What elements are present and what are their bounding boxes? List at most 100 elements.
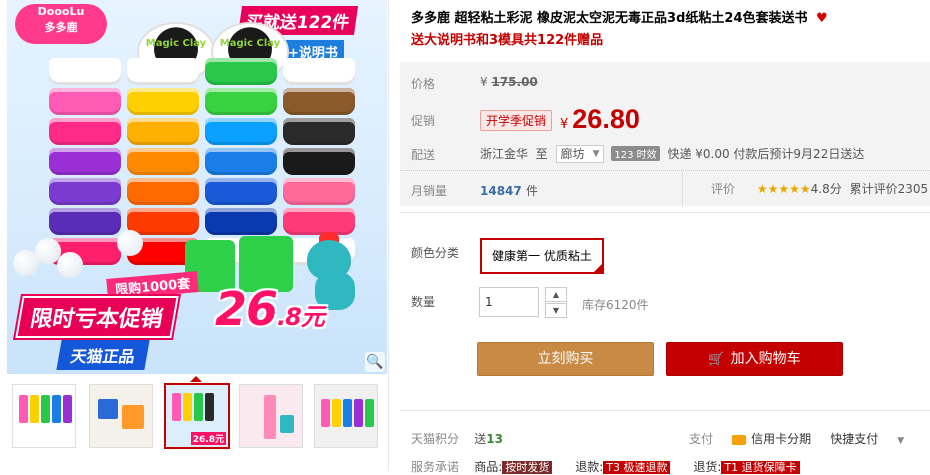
clay-jar (205, 58, 277, 85)
add-to-cart-button[interactable]: 🛒 加入购物车 (666, 342, 843, 376)
clay-jar (49, 118, 121, 145)
brand-logo: DoooLu 多多鹿 (15, 4, 107, 44)
foam-ball (57, 252, 83, 278)
shipping-row: 浙江金华 至 廊坊 ▼ 123 时效 快递 ¥0.00 付款后预计9月22日送达 (480, 145, 864, 163)
clay-jar (127, 208, 199, 235)
stock-count: 库存6120件 (582, 298, 649, 312)
clay-jar (205, 178, 277, 205)
credit-card-icon (732, 434, 747, 445)
brand-logo-top: DoooLu (37, 5, 85, 18)
price-panel: 价格 ¥ 175.00 促销 开学季促销 ¥26.80 配送 浙江金华 至 廊坊… (400, 62, 930, 207)
add-to-cart-label: 加入购物车 (730, 351, 801, 367)
foam-ball (117, 230, 143, 256)
service-3-tag[interactable]: T1 退货保障卡 (721, 461, 800, 474)
product-subtitle: 送大说明书和3模具共122件赠品 (411, 33, 604, 48)
clay-jar (127, 118, 199, 145)
payment-label: 支付 (689, 432, 714, 446)
clay-jar (283, 178, 355, 205)
promo-badge: 开学季促销 (480, 110, 553, 131)
destination-select[interactable]: 廊坊 ▼ (555, 145, 604, 163)
thumbnail-price-tag: 26.8元 (190, 432, 226, 445)
service-3-prefix: 退货: (693, 460, 722, 474)
thumbnail-1[interactable] (12, 384, 76, 448)
clay-jar (127, 88, 199, 115)
credit-installment[interactable]: 信用卡分期 (751, 432, 811, 446)
clay-jar (283, 208, 355, 235)
product-title: 多多鹿 超轻粘土彩泥 橡皮泥太空泥无毒正品3d纸粘土24色套装送书 ♥ 送大说明… (411, 8, 921, 52)
clay-jar (127, 178, 199, 205)
main-product-image[interactable]: DoooLu 多多鹿 买就送122件 赠品+说明书 Magic Clay Mag… (7, 0, 387, 374)
clay-jar (127, 148, 199, 175)
monthly-sales: 14847 件 (480, 182, 538, 199)
service-1-prefix: 商品: (474, 460, 503, 474)
divider (400, 410, 930, 411)
delivery-time-badge: 123 时效 (611, 146, 660, 161)
tmall-points-label: 天猫积分 (411, 432, 460, 446)
quantity-increase-button[interactable]: ▲ (545, 287, 567, 302)
price-label: 价格 (411, 77, 436, 91)
clay-jar (205, 208, 277, 235)
review-count[interactable]: 累计评价2305 (850, 182, 929, 196)
clay-jar (283, 88, 355, 115)
thumbnail-4[interactable] (239, 384, 303, 448)
selected-check-icon (592, 263, 603, 273)
color-option-text: 健康第一 优质粘土 (492, 249, 592, 263)
service-2-tag[interactable]: T3 极速退款 (603, 461, 671, 474)
points-number: 13 (486, 432, 503, 446)
service-2-prefix: 退款: (575, 460, 604, 474)
thumbnail-strip: 26.8元 (12, 383, 387, 454)
zoom-icon[interactable]: 🔍 (365, 352, 385, 372)
clay-jar (205, 148, 277, 175)
ship-to-word: 至 (535, 147, 548, 161)
quantity-input[interactable] (479, 287, 539, 317)
cart-icon: 🛒 (708, 352, 725, 367)
sales-row: 月销量 14847 件 评价 ★★★★★4.8分 累计评价2305 (400, 170, 930, 207)
column-divider (388, 0, 389, 471)
product-title-main: 多多鹿 超轻粘土彩泥 橡皮泥太空泥无毒正品3d纸粘土24色套装送书 (411, 11, 808, 26)
service-1-tag[interactable]: 按时发货 (502, 461, 553, 474)
product-gallery: DoooLu 多多鹿 买就送122件 赠品+说明书 Magic Clay Mag… (0, 0, 390, 471)
rating-score: 4.8分 (810, 182, 842, 196)
promo-price: ¥26.80 (560, 104, 640, 135)
thumbnail-2[interactable] (89, 384, 153, 448)
lid-text: Magic Clay (145, 38, 207, 49)
quantity-decrease-button[interactable]: ▼ (545, 303, 567, 318)
thumbnail-5[interactable] (314, 384, 378, 448)
original-price-currency: ¥ (480, 75, 488, 89)
tmall-points-row: 天猫积分 送13 (411, 430, 503, 447)
clay-jar (49, 88, 121, 115)
payment-row: 支付 信用卡分期 快捷支付 ▼ (689, 430, 904, 447)
service-row: 服务承诺 商品: 按时发货 退款: T3 极速退款 退货: T1 退货保障卡 (411, 458, 800, 475)
promo-price-value: 26.80 (572, 104, 640, 134)
buy-now-label: 立刻购买 (537, 351, 594, 367)
star-rating-icon: ★★★★★ (756, 182, 811, 196)
promo-price-currency: ¥ (560, 117, 569, 132)
points-prefix: 送 (474, 432, 487, 446)
clay-jar (205, 88, 277, 115)
destination-value: 廊坊 (560, 147, 585, 161)
rating-area[interactable]: 评价 ★★★★★4.8分 累计评价2305 (682, 171, 928, 207)
divider (400, 212, 930, 213)
clay-jar (283, 148, 355, 175)
brand-logo-bottom: 多多鹿 (44, 21, 78, 34)
color-option-label: 颜色分类 (411, 246, 460, 260)
clay-jar (49, 58, 121, 85)
promo-image-price: 26.8元 (215, 282, 325, 336)
payment-dropdown-icon[interactable]: ▼ (897, 436, 904, 446)
sale-title: 限时亏本促销 (15, 296, 179, 338)
clay-jar (49, 148, 121, 175)
heart-icon[interactable]: ♥ (816, 8, 828, 30)
thumbnail-3[interactable]: 26.8元 (164, 383, 230, 449)
clay-jar (127, 58, 199, 85)
clay-jar (205, 118, 277, 145)
shipping-text: 快递 ¥0.00 付款后预计9月22日送达 (667, 147, 865, 161)
rating-label: 评价 (711, 182, 736, 196)
color-option-selected[interactable]: 健康第一 优质粘土 (480, 238, 604, 274)
thumb-pointer (190, 376, 202, 382)
buy-now-button[interactable]: 立刻购买 (477, 342, 654, 376)
tmall-points-value: 送13 (474, 432, 503, 446)
original-price-value: 175.00 (491, 75, 538, 89)
chevron-down-icon: ▼ (592, 149, 600, 159)
monthly-sales-unit: 件 (525, 184, 538, 198)
quick-pay[interactable]: 快捷支付 (830, 432, 878, 446)
